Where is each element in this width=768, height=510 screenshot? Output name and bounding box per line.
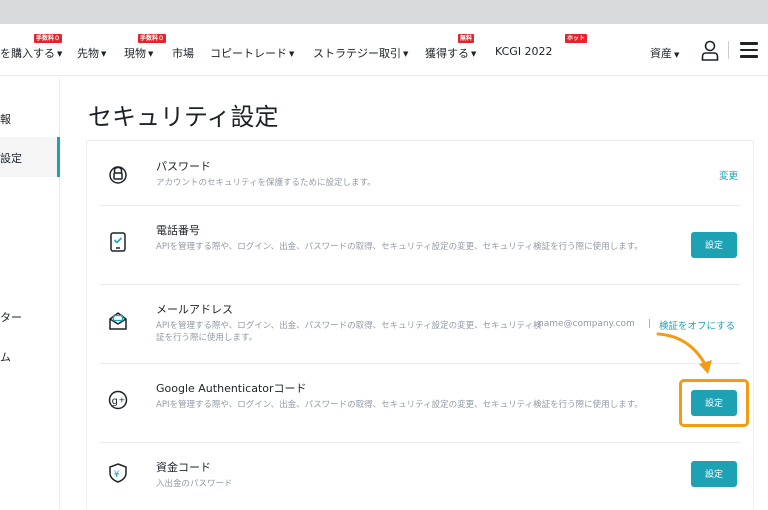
security-row-email: メールアドレス APIを管理する際や、ログイン、出金、パスワードの取得、セキュリ… (100, 285, 740, 364)
nav-tag-earn: 無料 (458, 34, 475, 43)
hamburger-menu-icon[interactable] (740, 42, 758, 58)
svg-text:g: g (112, 396, 118, 407)
yen-shield-icon: ¥ (109, 463, 127, 483)
nav-item-market-label: 市場 (172, 47, 194, 60)
caret-down-icon: ▼ (101, 50, 107, 58)
nav-item-buy[interactable]: を購入する ▼ (0, 45, 62, 61)
nav-item-kcgi-label: KCGI 2022 (495, 45, 553, 58)
pointer-arrow-icon (656, 332, 712, 374)
nav-item-futures[interactable]: 先物 ▼ (77, 45, 106, 61)
phone-verify-icon (110, 232, 126, 252)
top-nav: 手数料０ を購入する ▼ 先物 ▼ 手数料０ 現物 ▼ 市場 コピートレード ▼ ストラ… (0, 24, 768, 76)
lock-icon (109, 166, 127, 184)
sidebar-item-security-label: 設定 (0, 152, 22, 165)
security-row-phone: 電話番号 APIを管理する際や、ログイン、出金、パスワードの取得、セキュリティ設… (100, 206, 740, 285)
browser-top-strip (0, 0, 768, 24)
nav-item-buy-label: を購入する (0, 47, 55, 60)
row-title: パスワード (156, 160, 211, 173)
sidebar-item-center[interactable]: ター (0, 309, 60, 325)
nav-item-earn[interactable]: 獲得する ▼ (425, 45, 476, 61)
row-title: 電話番号 (156, 224, 200, 237)
nav-divider (728, 41, 729, 59)
row-title: メールアドレス (156, 303, 233, 316)
caret-down-icon: ▼ (471, 50, 477, 58)
row-desc: APIを管理する際や、ログイン、出金、パスワードの取得、セキュリティ設定の変更、… (156, 242, 643, 252)
caret-down-icon: ▼ (57, 50, 63, 58)
row-desc: APIを管理する際や、ログイン、出金、パスワードの取得、セキュリティ設定の変更、… (156, 321, 542, 343)
nav-item-copy-trade-label: コピートレード (210, 47, 287, 60)
email-address: name@company.com (538, 319, 635, 329)
row-title: 資金コード (156, 461, 211, 474)
google-authenticator-icon: g + (108, 390, 128, 410)
sidebar-item-security[interactable]: 設定 (0, 137, 60, 177)
security-row-password: パスワード アカウントのセキュリティを保護するために設定します。 変更 (100, 148, 740, 206)
email-icon (109, 312, 127, 330)
nav-tag-buy: 手数料０ (34, 34, 63, 43)
nav-item-spot-label: 現物 (124, 47, 146, 60)
row-title: Google Authenticatorコード (156, 382, 307, 395)
nav-assets[interactable]: 資産 ▼ (650, 45, 679, 61)
caret-down-icon: ▼ (403, 50, 409, 58)
user-icon[interactable] (701, 40, 719, 62)
caret-down-icon: ▼ (148, 50, 154, 58)
fund-code-setup-button[interactable]: 設定 (691, 461, 737, 487)
nav-item-strategy-label: ストラテジー取引 (313, 47, 401, 60)
caret-down-icon: ▼ (289, 50, 295, 58)
sidebar-item-info-label: 報 (0, 113, 11, 126)
caret-down-icon: ▼ (674, 51, 680, 59)
phone-setup-button[interactable]: 設定 (691, 232, 737, 258)
nav-item-futures-label: 先物 (77, 47, 99, 60)
page-title: セキュリティ設定 (88, 103, 279, 131)
svg-text:+: + (119, 396, 126, 405)
change-password-link[interactable]: 変更 (719, 168, 738, 182)
nav-item-market[interactable]: 市場 (172, 45, 194, 61)
nav-item-kcgi[interactable]: KCGI 2022 (495, 45, 553, 58)
row-desc: APIを管理する際や、ログイン、出金、パスワードの取得、セキュリティ設定の変更、… (156, 400, 643, 410)
nav-item-earn-label: 獲得する (425, 47, 469, 60)
nav-item-strategy[interactable]: ストラテジー取引 ▼ (313, 45, 408, 61)
nav-item-spot[interactable]: 現物 ▼ (124, 45, 153, 61)
security-row-google-auth: g + Google Authenticatorコード APIを管理する際や、ロ… (100, 364, 740, 443)
highlight-box (679, 379, 749, 427)
nav-item-copy-trade[interactable]: コピートレード ▼ (210, 45, 294, 61)
sidebar-item-center-label: ター (0, 311, 22, 324)
nav-tag-spot: 手数料０ (138, 34, 167, 43)
sidebar-item-program[interactable]: ム (0, 349, 60, 365)
sidebar-item-info[interactable]: 報 (0, 111, 60, 127)
row-desc: アカウントのセキュリティを保護するために設定します。 (156, 178, 376, 188)
row-desc: 入出金のパスワード (156, 479, 233, 489)
sidebar-item-program-label: ム (0, 351, 11, 364)
nav-tag-kcgi: ホット (565, 34, 588, 43)
svg-text:¥: ¥ (114, 470, 120, 480)
security-row-fund-code: ¥ 資金コード 入出金のパスワード 設定 (100, 443, 740, 510)
nav-assets-label: 資産 (650, 47, 672, 60)
